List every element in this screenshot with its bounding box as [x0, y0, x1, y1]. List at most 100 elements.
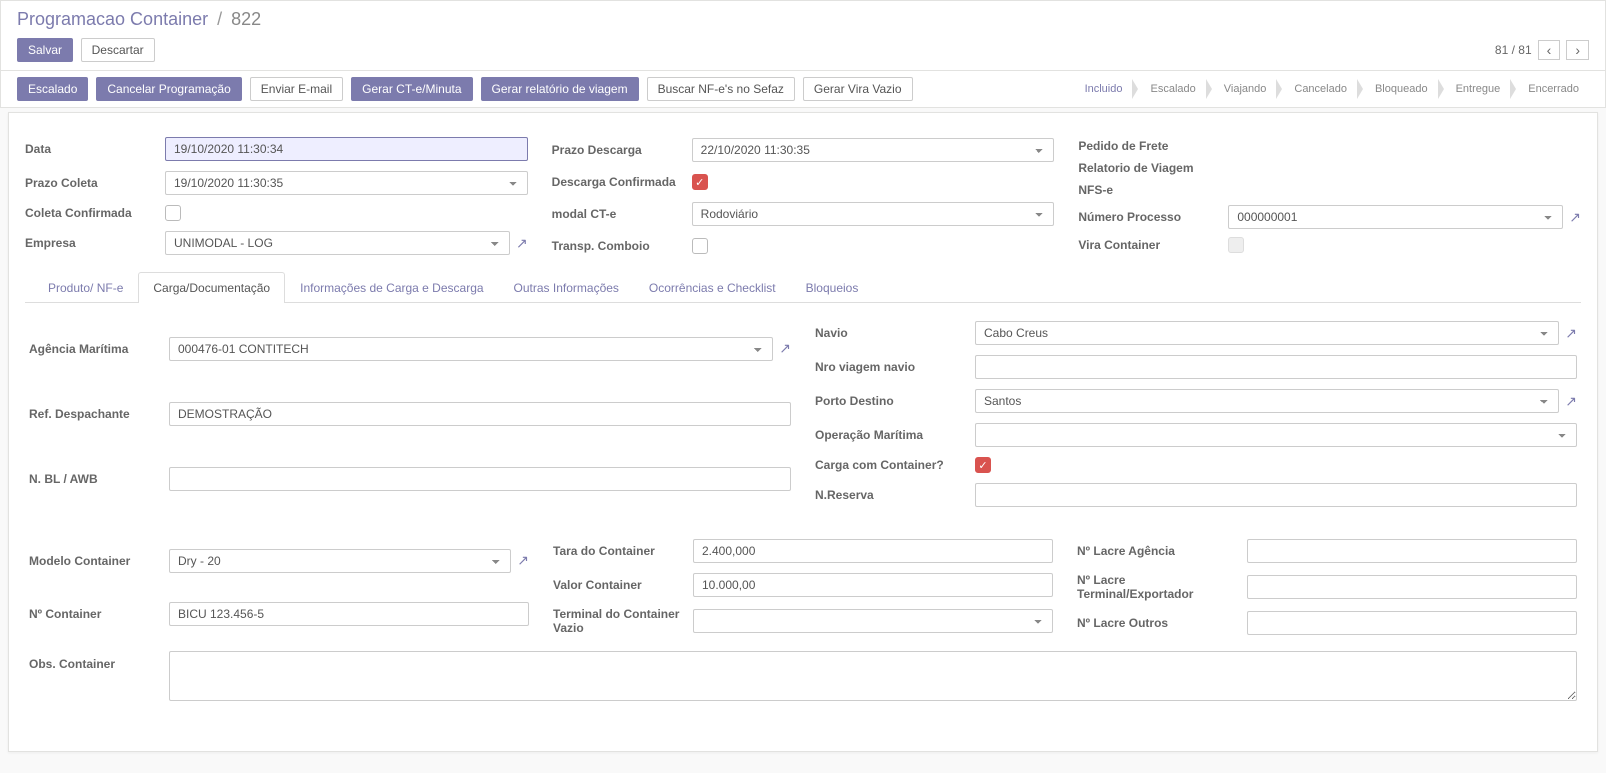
- n-bl-awb-field[interactable]: [169, 467, 791, 491]
- container-col-3: Nº Lacre Agência Nº Lacre Terminal/Expor…: [1077, 539, 1577, 635]
- label-navio: Navio: [815, 326, 965, 340]
- n-container-field[interactable]: [169, 602, 529, 626]
- label-prazo-descarga: Prazo Descarga: [552, 143, 682, 157]
- carga-doc-col-left: Agência Marítima ↗ Ref. Despachante N. B…: [29, 321, 791, 507]
- pager: 81 / 81 ‹ ›: [1495, 40, 1589, 60]
- label-nfse: NFS-e: [1078, 183, 1218, 197]
- edit-buttons: Salvar Descartar: [17, 38, 159, 62]
- statusbar-buttons: Escalado Cancelar Programação Enviar E-m…: [17, 77, 917, 101]
- modelo-container-field[interactable]: [169, 549, 511, 573]
- save-button[interactable]: Salvar: [17, 38, 73, 62]
- status-escalado[interactable]: Escalado: [1132, 79, 1205, 99]
- tab-content: Agência Marítima ↗ Ref. Despachante N. B…: [25, 303, 1581, 735]
- label-porto-destino: Porto Destino: [815, 394, 965, 408]
- vira-container-checkbox: [1228, 237, 1244, 253]
- label-relatorio-viagem: Relatorio de Viagem: [1078, 161, 1218, 175]
- tab-info-carga-descarga[interactable]: Informações de Carga e Descarga: [285, 272, 498, 303]
- cancelar-programacao-button[interactable]: Cancelar Programação: [96, 77, 241, 101]
- escalado-button[interactable]: Escalado: [17, 77, 88, 101]
- nro-viagem-field[interactable]: [975, 355, 1577, 379]
- control-panel: Programacao Container / 822 Salvar Desca…: [0, 0, 1606, 71]
- enviar-email-button[interactable]: Enviar E-mail: [250, 77, 343, 101]
- obs-inner: Obs. Container: [29, 651, 1577, 701]
- tara-container-field[interactable]: [693, 539, 1053, 563]
- tab-carga-documentacao[interactable]: Carga/Documentação: [138, 272, 285, 303]
- terminal-vazio-field[interactable]: [693, 609, 1053, 633]
- label-terminal-vazio: Terminal do Container Vazio: [553, 607, 683, 635]
- label-modelo-container: Modelo Container: [29, 554, 159, 568]
- data-field[interactable]: [165, 137, 528, 161]
- gerar-cte-button[interactable]: Gerar CT-e/Minuta: [351, 77, 472, 101]
- numero-processo-field[interactable]: [1228, 205, 1563, 229]
- discard-button[interactable]: Descartar: [81, 38, 155, 62]
- empresa-external-link-icon[interactable]: ↗: [516, 235, 528, 252]
- descarga-confirmada-checkbox[interactable]: ✓: [692, 174, 708, 190]
- carga-doc-top-group: Agência Marítima ↗ Ref. Despachante N. B…: [29, 321, 1577, 507]
- tab-ocorrencias-checklist[interactable]: Ocorrências e Checklist: [634, 272, 791, 303]
- pager-text: 81 / 81: [1495, 43, 1532, 57]
- label-numero-processo: Número Processo: [1078, 210, 1218, 224]
- prazo-coleta-field[interactable]: [165, 171, 528, 195]
- pager-prev-button[interactable]: ‹: [1538, 40, 1561, 60]
- navio-field[interactable]: [975, 321, 1559, 345]
- label-transp-comboio: Transp. Comboio: [552, 239, 682, 253]
- container-group: Modelo Container ↗ Nº Container Tara do …: [29, 539, 1577, 635]
- breadcrumb-root[interactable]: Programacao Container: [17, 9, 208, 29]
- status-bloqueado[interactable]: Bloqueado: [1357, 79, 1438, 99]
- lacre-terminal-field[interactable]: [1247, 575, 1577, 599]
- label-n-container: Nº Container: [29, 607, 159, 621]
- obs-group: Obs. Container: [29, 651, 1577, 701]
- lacre-agencia-field[interactable]: [1247, 539, 1577, 563]
- label-coleta-confirmada: Coleta Confirmada: [25, 206, 155, 220]
- header-col-1: Data Prazo Coleta Coleta Confirmada Empr…: [25, 137, 528, 255]
- ref-despachante-field[interactable]: [169, 402, 791, 426]
- status-viajando[interactable]: Viajando: [1206, 79, 1277, 99]
- label-data: Data: [25, 142, 155, 156]
- tab-outras-info[interactable]: Outras Informações: [499, 272, 634, 303]
- gerar-relatorio-button[interactable]: Gerar relatório de viagem: [481, 77, 639, 101]
- empresa-field[interactable]: [165, 231, 510, 255]
- label-descarga-confirmada: Descarga Confirmada: [552, 175, 682, 189]
- lacre-outros-field[interactable]: [1247, 611, 1577, 635]
- breadcrumb-separator: /: [217, 9, 222, 29]
- label-carga-container: Carga com Container?: [815, 458, 965, 472]
- modal-cte-field[interactable]: [692, 202, 1055, 226]
- status-cancelado[interactable]: Cancelado: [1276, 79, 1357, 99]
- pager-next-button[interactable]: ›: [1566, 40, 1589, 60]
- operacao-maritima-field[interactable]: [975, 423, 1577, 447]
- status-encerrado[interactable]: Encerrado: [1510, 79, 1589, 99]
- label-pedido-frete: Pedido de Frete: [1078, 139, 1218, 153]
- notebook: Produto/ NF-e Carga/Documentação Informa…: [25, 271, 1581, 735]
- porto-destino-external-link-icon[interactable]: ↗: [1565, 393, 1577, 410]
- breadcrumb: Programacao Container / 822: [17, 9, 1589, 30]
- status-entregue[interactable]: Entregue: [1438, 79, 1511, 99]
- numero-processo-external-link-icon[interactable]: ↗: [1569, 209, 1581, 226]
- tab-bloqueios[interactable]: Bloqueios: [791, 272, 874, 303]
- form-sheet: Data Prazo Coleta Coleta Confirmada Empr…: [8, 112, 1598, 752]
- prazo-descarga-field[interactable]: [692, 138, 1055, 162]
- porto-destino-field[interactable]: [975, 389, 1559, 413]
- agencia-maritima-external-link-icon[interactable]: ↗: [779, 340, 791, 357]
- label-agencia-maritima: Agência Marítima: [29, 342, 159, 356]
- valor-container-field[interactable]: [693, 573, 1053, 597]
- label-lacre-terminal: Nº Lacre Terminal/Exportador: [1077, 573, 1237, 601]
- gerar-vira-button[interactable]: Gerar Vira Vazio: [803, 77, 913, 101]
- navio-external-link-icon[interactable]: ↗: [1565, 325, 1577, 342]
- carga-doc-col-right: Navio ↗ Nro viagem navio Porto Destino ↗: [815, 321, 1577, 507]
- tab-produto-nfe[interactable]: Produto/ NF-e: [33, 272, 138, 303]
- transp-comboio-checkbox[interactable]: [692, 238, 708, 254]
- obs-container-field[interactable]: [169, 651, 1577, 701]
- container-col-2: Tara do Container Valor Container Termin…: [553, 539, 1053, 635]
- label-modal-cte: modal CT-e: [552, 207, 682, 221]
- statusbar-row: Escalado Cancelar Programação Enviar E-m…: [0, 71, 1606, 108]
- label-nro-viagem: Nro viagem navio: [815, 360, 965, 374]
- header-col-2: Prazo Descarga Descarga Confirmada ✓ mod…: [552, 137, 1055, 255]
- agencia-maritima-field[interactable]: [169, 337, 773, 361]
- status-incluido[interactable]: Incluido: [1067, 79, 1133, 99]
- carga-container-checkbox[interactable]: ✓: [975, 457, 991, 473]
- coleta-confirmada-checkbox[interactable]: [165, 205, 181, 221]
- modelo-container-external-link-icon[interactable]: ↗: [517, 552, 529, 569]
- breadcrumb-current: 822: [231, 9, 261, 29]
- buscar-nfe-button[interactable]: Buscar NF-e's no Sefaz: [647, 77, 795, 101]
- n-reserva-field[interactable]: [975, 483, 1577, 507]
